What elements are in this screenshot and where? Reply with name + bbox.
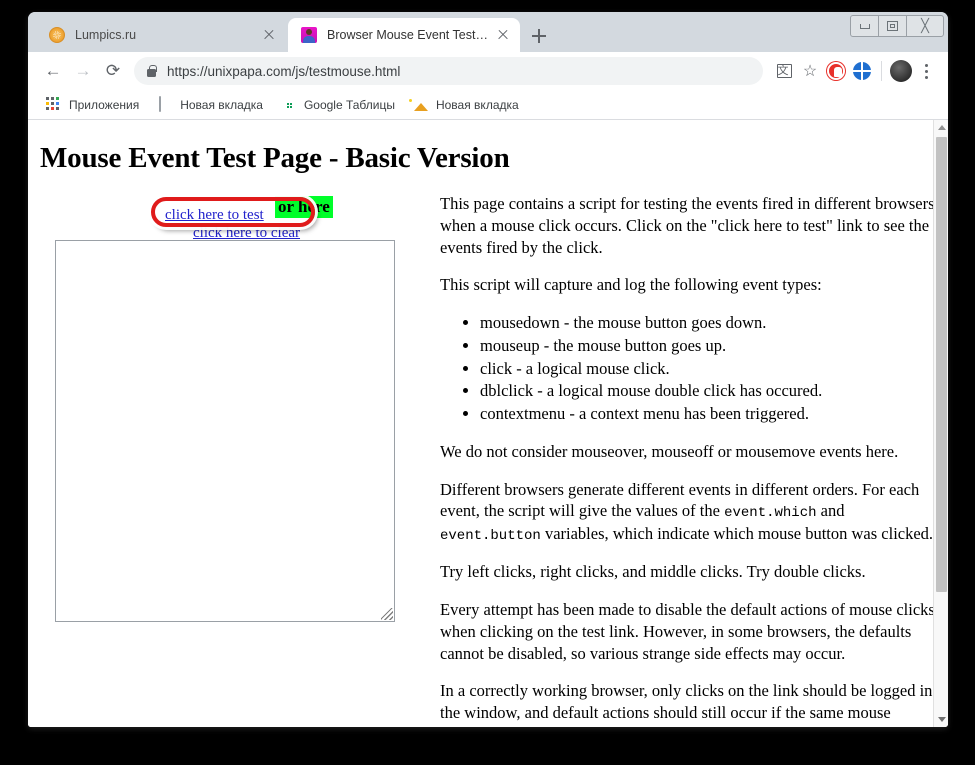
scroll-up-button[interactable] [934,120,948,135]
translate-icon: 文 [777,64,792,78]
bookmark-label: Новая вкладка [180,98,263,112]
chevron-down-icon [938,717,946,722]
menu-dot [925,64,928,67]
bookmark-label: Приложения [69,98,139,112]
tab-strip: Lumpics.ru Browser Mouse Event Test Page… [28,12,948,52]
avatar [890,60,912,82]
code-event-which: event.which [724,505,816,521]
page-viewport: Mouse Event Test Page - Basic Version or… [28,120,948,727]
toolbar-divider [881,61,882,81]
menu-dot [925,70,928,73]
picture-icon [413,97,429,113]
page-title: Mouse Event Test Page - Basic Version [40,142,933,175]
list-item: mousedown - the mouse button goes down. [480,312,933,334]
lock-icon [146,65,157,78]
close-button[interactable]: ╳ [907,16,943,36]
apps-grid-icon [46,97,62,113]
tab-lumpics[interactable]: Lumpics.ru [36,18,286,52]
window-controls: ╳ [850,15,944,37]
menu-dot [925,76,928,79]
adblock-extension-button[interactable] [823,58,849,84]
text-fragment: variables, which indicate which mouse bu… [541,524,933,543]
event-log-textarea[interactable] [55,240,395,622]
new-tab-button[interactable] [528,25,550,47]
left-column: or here click here to test click here to… [53,193,421,241]
bookmark-google-sheets[interactable]: Google Таблицы [273,94,403,116]
tab-mouse-event-test[interactable]: Browser Mouse Event Test Page [288,18,520,52]
list-item: mouseup - the mouse button goes up. [480,335,933,357]
forward-button[interactable]: → [68,56,98,86]
tab-close-icon[interactable] [494,26,512,44]
right-column: This page contains a script for testing … [440,193,933,727]
paragraph-intro: This page contains a script for testing … [440,193,933,258]
sheets-icon [281,97,297,113]
close-icon: ╳ [921,20,929,33]
list-item: contextmenu - a context menu has been tr… [480,403,933,425]
profile-button[interactable] [888,58,914,84]
page-scrollbar[interactable] [933,120,948,727]
browser-menu-button[interactable] [914,58,938,84]
globe-extension-button[interactable] [849,58,875,84]
list-item: click - a logical mouse click. [480,358,933,380]
click-here-to-test-link[interactable]: click here to test [165,207,264,224]
tab-close-icon[interactable] [260,26,278,44]
chevron-up-icon [938,125,946,130]
event-types-list: mousedown - the mouse button goes down. … [440,312,933,425]
browser-favicon-icon [301,27,317,43]
globe-icon [853,62,871,80]
back-button[interactable]: ← [38,56,68,86]
scrollbar-thumb[interactable] [936,137,947,592]
page-content: Mouse Event Test Page - Basic Version or… [28,120,933,727]
minimize-button[interactable] [851,16,879,36]
adblock-icon [827,62,845,80]
url-text: https://unixpapa.com/js/testmouse.html [167,64,400,79]
paragraph-correct-behavior: In a correctly working browser, only cli… [440,680,933,727]
bookmark-label: Новая вкладка [436,98,519,112]
paragraph-try-clicks: Try left clicks, right clicks, and middl… [440,561,933,583]
lumpics-favicon-icon [49,27,65,43]
address-bar[interactable]: https://unixpapa.com/js/testmouse.html [134,57,763,85]
paragraph-browser-differences: Different browsers generate different ev… [440,479,933,546]
restore-icon [887,21,898,31]
code-event-button: event.button [440,528,541,544]
text-fragment: and [817,501,845,520]
page-icon [157,97,173,113]
text-fragment: Different browsers generate different ev… [440,480,919,521]
maximize-button[interactable] [879,16,907,36]
translate-button[interactable]: 文 [771,58,797,84]
minimize-icon [860,24,870,29]
bookmark-label: Google Таблицы [304,98,395,112]
green-highlight-text: or here [275,196,333,218]
star-icon: ☆ [803,61,817,81]
scroll-down-button[interactable] [934,712,948,727]
paragraph-not-considered: We do not consider mouseover, mouseoff o… [440,441,933,463]
link-row: or here click here to test click here to… [53,193,421,241]
bookmark-new-tab-2[interactable]: Новая вкладка [405,94,527,116]
bookmark-star-button[interactable]: ☆ [797,58,823,84]
paragraph-event-types-lead: This script will capture and log the fol… [440,274,933,296]
bookmark-apps[interactable]: Приложения [38,94,147,116]
tab-title: Browser Mouse Event Test Page [327,28,490,42]
bookmark-new-tab-1[interactable]: Новая вкладка [149,94,271,116]
paragraph-default-actions: Every attempt has been made to disable t… [440,599,933,664]
browser-window: Lumpics.ru Browser Mouse Event Test Page… [28,12,948,727]
reload-button[interactable]: ⟳ [98,56,128,86]
bookmarks-bar: Приложения Новая вкладка Google Таблицы … [28,90,948,120]
list-item: dblclick - a logical mouse double click … [480,380,933,402]
tab-title: Lumpics.ru [75,28,256,42]
browser-toolbar: ← → ⟳ https://unixpapa.com/js/testmouse.… [28,52,948,90]
